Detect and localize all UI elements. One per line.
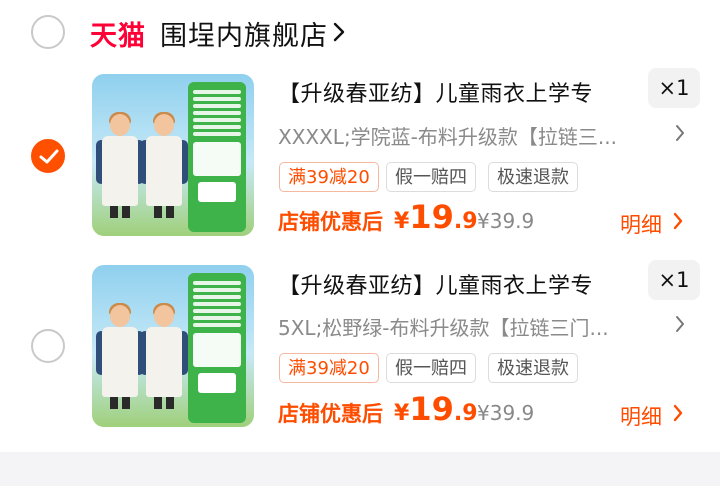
chevron-right-icon[interactable] [332, 22, 346, 42]
product-info-panel [188, 82, 246, 232]
item-select-radio[interactable] [31, 139, 65, 173]
chevron-right-icon[interactable] [674, 124, 686, 142]
service-tag: 假一赔四 [386, 353, 476, 383]
chevron-right-icon[interactable] [672, 212, 684, 230]
quantity-badge[interactable]: ×1 [648, 260, 700, 300]
product-photo-child [96, 112, 144, 218]
service-tag: 假一赔四 [386, 162, 476, 192]
product-photo-child [96, 303, 144, 409]
cart-item: 【升级春亚纺】儿童雨衣上学专 ×1 5XL;松野绿-布料升级款【拉链三门... … [0, 256, 720, 446]
promo-tag[interactable]: 满39减20 [279, 353, 379, 383]
section-divider [0, 452, 720, 486]
chevron-right-icon[interactable] [672, 404, 684, 422]
product-image[interactable] [92, 265, 254, 427]
product-title[interactable]: 【升级春亚纺】儿童雨衣上学专 [278, 268, 593, 300]
discount-price: ¥19.9 [394, 198, 478, 236]
original-price: ¥39.9 [477, 401, 535, 425]
store-name-link[interactable]: 围埕内旗舰店 [160, 14, 328, 53]
product-title[interactable]: 【升级春亚纺】儿童雨衣上学专 [278, 76, 593, 108]
price-detail-link[interactable]: 明细 [620, 401, 662, 431]
store-header: 天猫 围埕内旗舰店 [0, 0, 720, 64]
product-photo-child [140, 303, 188, 409]
tmall-logo: 天猫 [90, 21, 146, 52]
service-tag: 极速退款 [488, 353, 578, 383]
sku-selector[interactable]: 5XL;松野绿-布料升级款【拉链三门... [278, 312, 609, 341]
store-select-radio[interactable] [31, 15, 65, 49]
price-label: 店铺优惠后 [278, 210, 383, 234]
product-image[interactable] [92, 74, 254, 236]
quantity-badge[interactable]: ×1 [648, 68, 700, 108]
checkmark-icon [39, 149, 59, 164]
sku-selector[interactable]: XXXXL;学院蓝-布料升级款【拉链三... [278, 121, 617, 150]
service-tag: 极速退款 [488, 162, 578, 192]
original-price: ¥39.9 [477, 209, 535, 233]
chevron-right-icon[interactable] [674, 315, 686, 333]
promo-tag[interactable]: 满39减20 [279, 162, 379, 192]
price-detail-link[interactable]: 明细 [620, 209, 662, 239]
price-label: 店铺优惠后 [278, 402, 383, 426]
product-photo-child [140, 112, 188, 218]
discount-price: ¥19.9 [394, 390, 478, 428]
item-select-radio[interactable] [31, 329, 65, 363]
cart-item: 【升级春亚纺】儿童雨衣上学专 ×1 XXXXL;学院蓝-布料升级款【拉链三...… [0, 64, 720, 254]
product-info-panel [188, 273, 246, 423]
